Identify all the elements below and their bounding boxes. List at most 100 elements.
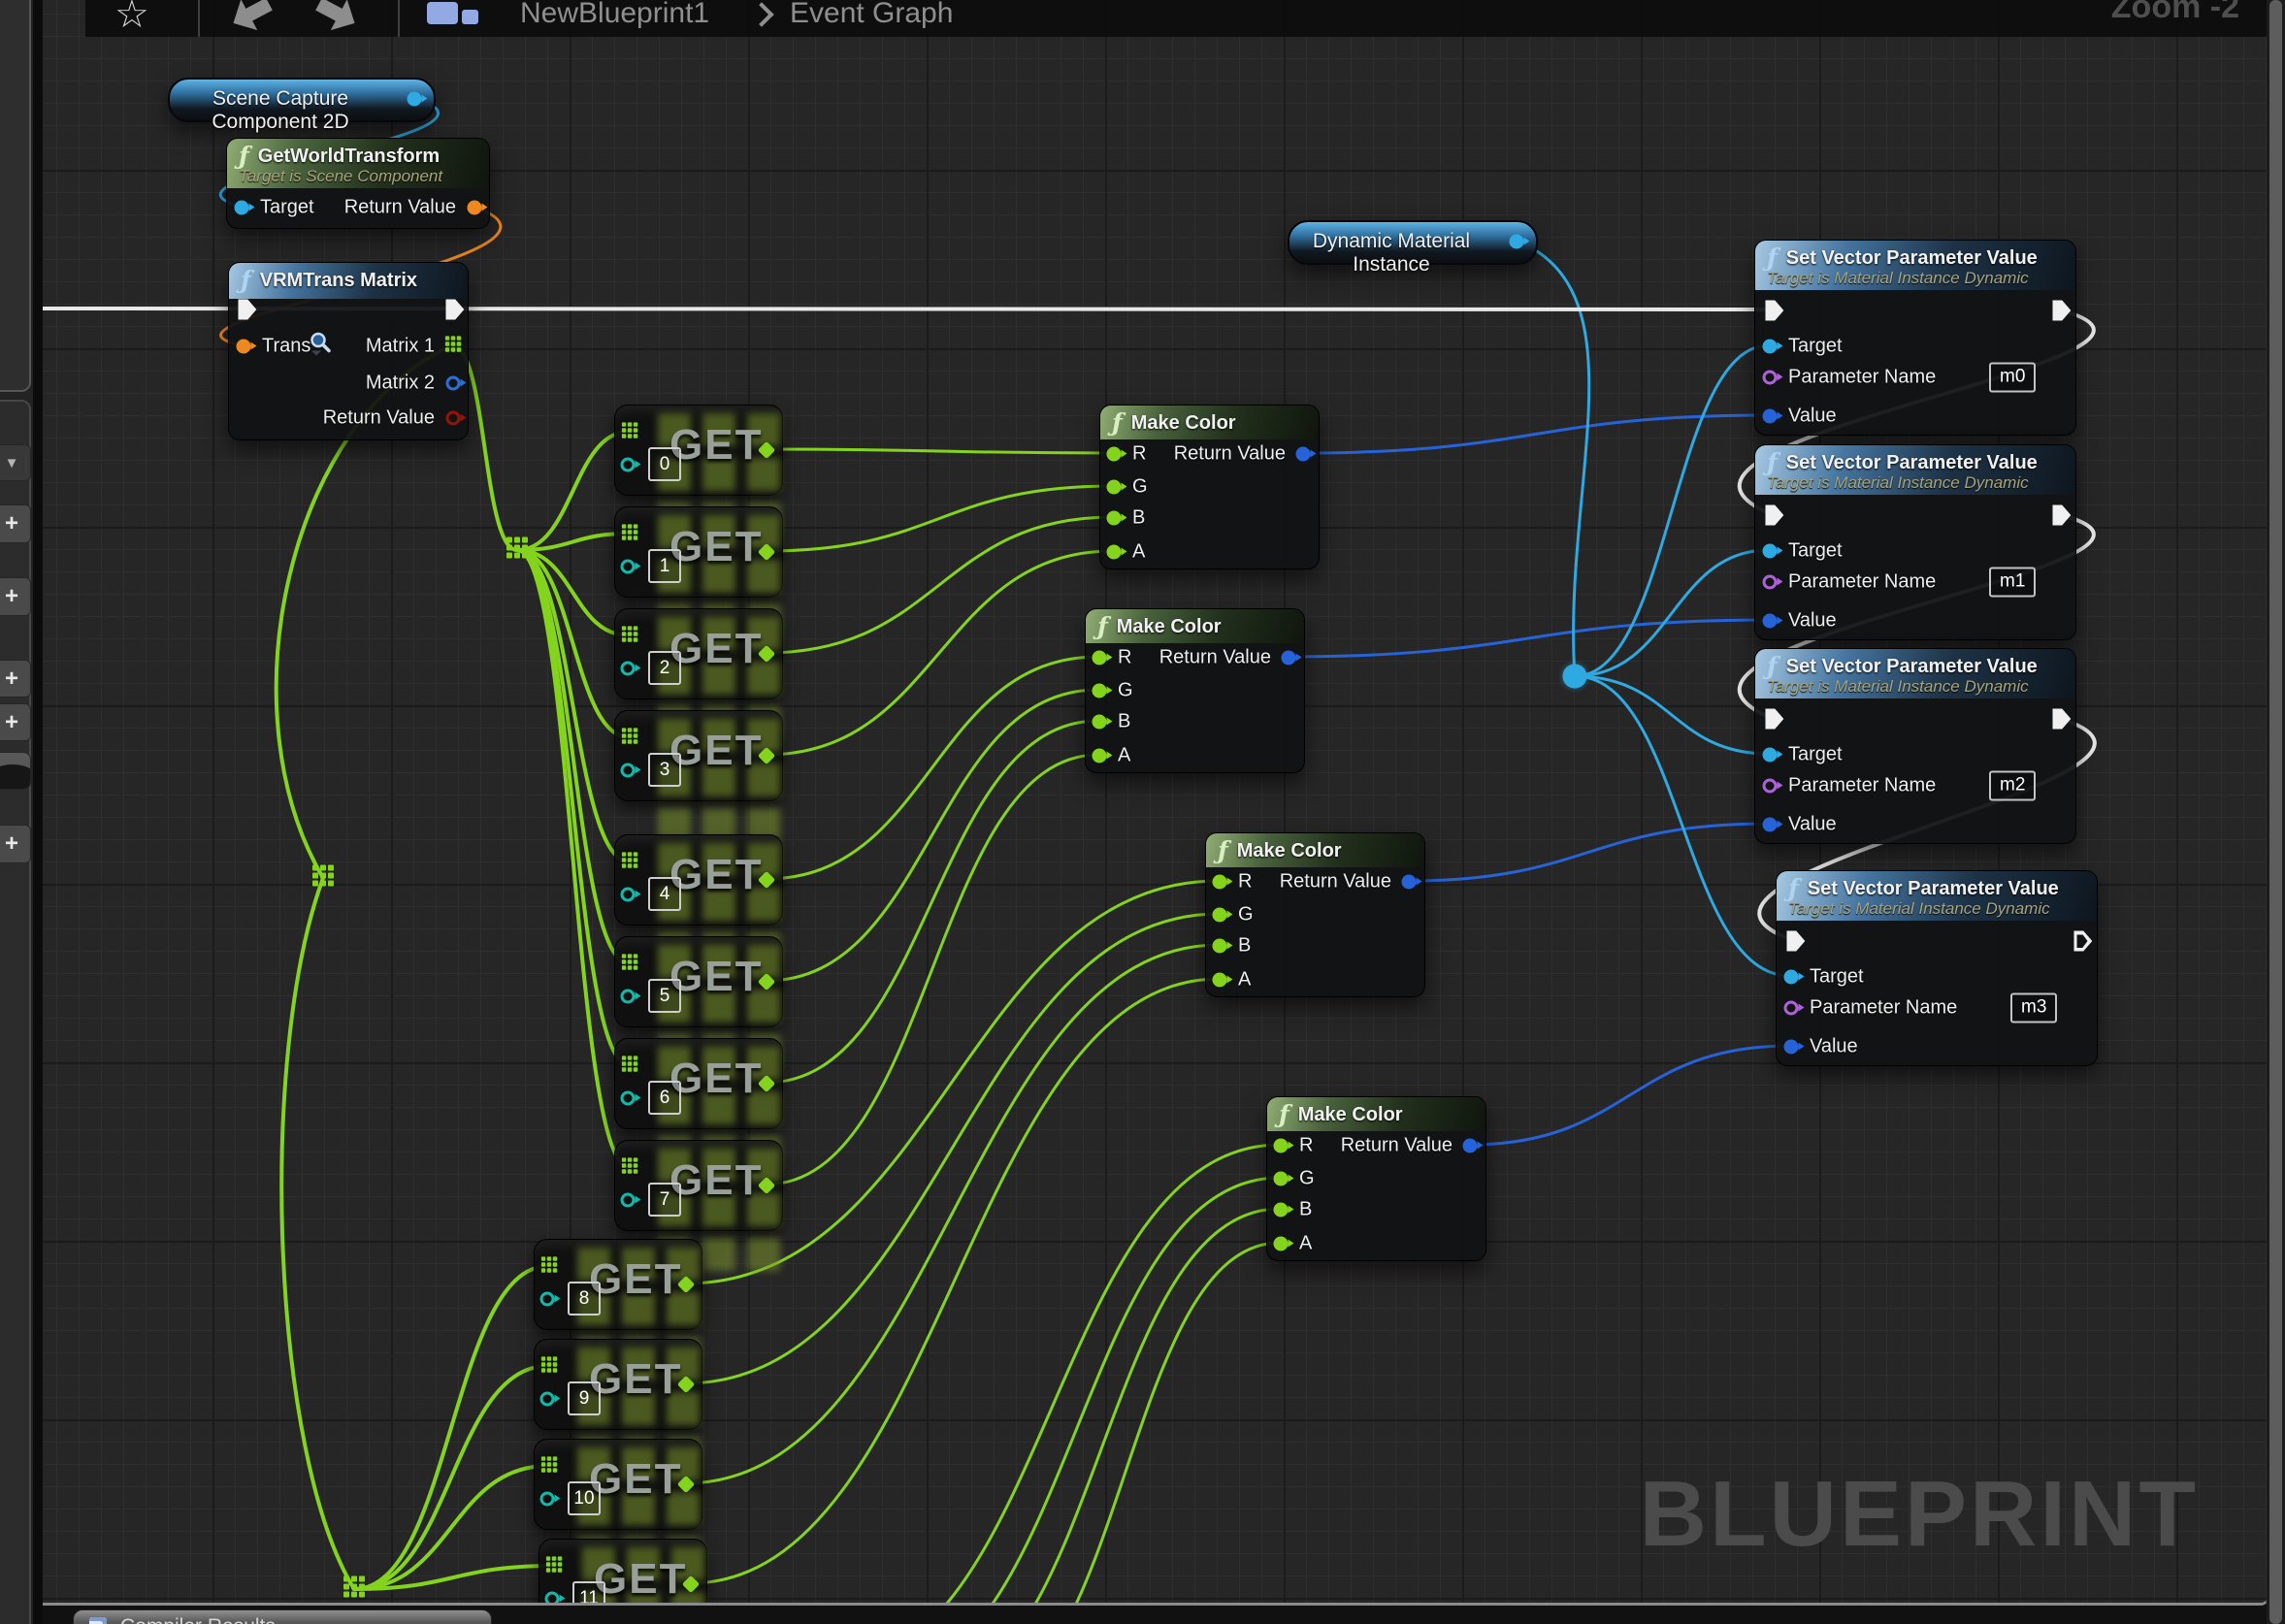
parameter-name-in-pin[interactable] <box>1763 575 1778 590</box>
exec-out-pin[interactable] <box>2052 709 2071 730</box>
index-value-box[interactable]: 8 <box>568 1282 601 1315</box>
node-vrm[interactable]: ƒVRMTrans MatrixTransMatrix 1Matrix 2Ret… <box>228 262 469 440</box>
array-in-pin[interactable] <box>622 1157 638 1179</box>
category-collapse-button[interactable]: ▼ <box>0 444 31 481</box>
wire-37[interactable] <box>1515 240 1589 676</box>
input-b-pin[interactable] <box>1274 1203 1289 1218</box>
node-sv2[interactable]: ƒSet Vector Parameter ValueTarget is Mat… <box>1754 648 2076 844</box>
array-in-pin[interactable] <box>622 954 638 975</box>
wire-14[interactable] <box>354 1366 548 1589</box>
value-in-pin[interactable] <box>1763 818 1778 832</box>
index-value-box[interactable]: 10 <box>568 1481 601 1515</box>
index-in-pin[interactable] <box>621 1193 636 1208</box>
index-in-pin[interactable] <box>540 1492 555 1507</box>
return-value-out-pin[interactable] <box>468 201 482 215</box>
index-value-box[interactable]: 4 <box>648 877 681 911</box>
forward-arrow-icon[interactable] <box>310 0 363 37</box>
array-in-pin[interactable] <box>541 1256 558 1278</box>
node-mc3[interactable]: ƒMake ColorRGBAReturn Value <box>1205 832 1425 997</box>
wire-32[interactable] <box>970 1243 1280 1606</box>
target-in-pin[interactable] <box>1763 340 1778 354</box>
input-r-pin[interactable] <box>1213 875 1227 890</box>
node-get10[interactable]: GET10 <box>534 1439 702 1530</box>
reroute-knot-k3[interactable] <box>343 1576 365 1603</box>
index-in-pin[interactable] <box>621 1091 636 1106</box>
value-in-pin[interactable] <box>1763 614 1778 629</box>
index-in-pin[interactable] <box>621 990 636 1004</box>
input-r-pin[interactable] <box>1274 1139 1289 1153</box>
index-value-box[interactable]: 2 <box>648 651 681 685</box>
node-get6[interactable]: GET6 <box>614 1038 783 1129</box>
node-sc[interactable]: Scene Capture Component 2D <box>168 78 436 122</box>
breadcrumb-graph[interactable]: Event Graph <box>790 0 953 30</box>
vertical-scrollbar[interactable] <box>2267 0 2285 1624</box>
index-in-pin[interactable] <box>621 888 636 902</box>
input-r-pin[interactable] <box>1093 651 1107 666</box>
index-value-box[interactable]: 0 <box>648 447 681 481</box>
input-a-pin[interactable] <box>1093 749 1107 763</box>
node-get9[interactable]: GET9 <box>534 1339 702 1430</box>
exec-in-pin[interactable] <box>1765 709 1783 730</box>
index-in-pin[interactable] <box>540 1392 555 1407</box>
input-a-pin[interactable] <box>1213 973 1227 988</box>
wire-29[interactable] <box>825 1145 1280 1606</box>
index-value-box[interactable]: 9 <box>568 1381 601 1415</box>
array-in-pin[interactable] <box>541 1456 558 1478</box>
favorite-star-icon[interactable]: ☆ <box>114 0 149 37</box>
node-get11[interactable]: GET11 <box>539 1539 707 1606</box>
index-in-pin[interactable] <box>545 1592 560 1607</box>
wire-34[interactable] <box>1288 620 1769 657</box>
add-button-3[interactable]: + <box>0 660 31 698</box>
parameter-name-in-pin[interactable] <box>1763 371 1778 385</box>
parameter-name-value-box[interactable]: m3 <box>2010 993 2057 1023</box>
wire-33[interactable] <box>1302 415 1769 453</box>
index-in-pin[interactable] <box>621 763 636 778</box>
node-sv3[interactable]: ƒSet Vector Parameter ValueTarget is Mat… <box>1776 870 2098 1066</box>
node-get5[interactable]: GET5 <box>614 936 783 1027</box>
target-in-pin[interactable] <box>1784 970 1799 985</box>
array-in-pin[interactable] <box>622 852 638 873</box>
exec-in-pin[interactable] <box>1765 505 1783 526</box>
node-mc4[interactable]: ƒMake ColorRGBAReturn Value <box>1266 1096 1486 1261</box>
node-sv1[interactable]: ƒSet Vector Parameter ValueTarget is Mat… <box>1754 444 2076 640</box>
exec-in-pin[interactable] <box>238 300 256 320</box>
variable-out-pin[interactable] <box>1510 235 1524 249</box>
wire-15[interactable] <box>354 1466 548 1589</box>
input-g-pin[interactable] <box>1107 480 1122 495</box>
scrollbar-thumb[interactable] <box>2269 0 2282 1624</box>
parameter-name-in-pin[interactable] <box>1784 1001 1799 1016</box>
exec-out-pin[interactable] <box>2073 931 2092 952</box>
variable-out-pin[interactable] <box>408 92 422 107</box>
scroll-widget[interactable] <box>0 752 31 790</box>
node-get3[interactable]: GET3 <box>614 710 783 801</box>
wire-19[interactable] <box>766 517 1113 653</box>
array-in-pin[interactable] <box>546 1556 563 1577</box>
wire-21[interactable] <box>766 657 1098 879</box>
reroute-knot-k2[interactable] <box>312 865 334 892</box>
array-in-pin[interactable] <box>622 422 638 443</box>
wire-10[interactable] <box>517 550 629 963</box>
event-graph-viewport[interactable]: Scene Capture Component 2DDynamic Materi… <box>43 0 2269 1606</box>
input-b-pin[interactable] <box>1093 715 1107 730</box>
exec-in-pin[interactable] <box>1786 931 1805 952</box>
return-value-out-pin[interactable] <box>446 411 461 426</box>
array-in-pin[interactable] <box>541 1356 558 1378</box>
wire-18[interactable] <box>766 486 1113 551</box>
add-button-2[interactable]: + <box>0 577 31 616</box>
wire-39[interactable] <box>1575 550 1769 676</box>
input-g-pin[interactable] <box>1093 684 1107 698</box>
wire-35[interactable] <box>1408 824 1769 881</box>
trans-in-pin[interactable] <box>237 340 251 354</box>
exec-out-pin[interactable] <box>2052 505 2071 526</box>
target-in-pin[interactable] <box>1763 544 1778 559</box>
wire-30[interactable] <box>873 1178 1280 1606</box>
input-b-pin[interactable] <box>1213 939 1227 954</box>
node-mc1[interactable]: ƒMake ColorRGBAReturn Value <box>1099 405 1320 569</box>
matrix2-out-pin[interactable] <box>446 376 461 391</box>
add-button-1[interactable]: + <box>0 504 31 543</box>
back-arrow-icon[interactable] <box>225 0 277 37</box>
node-get7[interactable]: GET7 <box>614 1140 783 1231</box>
input-a-pin[interactable] <box>1107 545 1122 560</box>
index-value-box[interactable]: 7 <box>648 1183 681 1217</box>
index-in-pin[interactable] <box>621 458 636 472</box>
